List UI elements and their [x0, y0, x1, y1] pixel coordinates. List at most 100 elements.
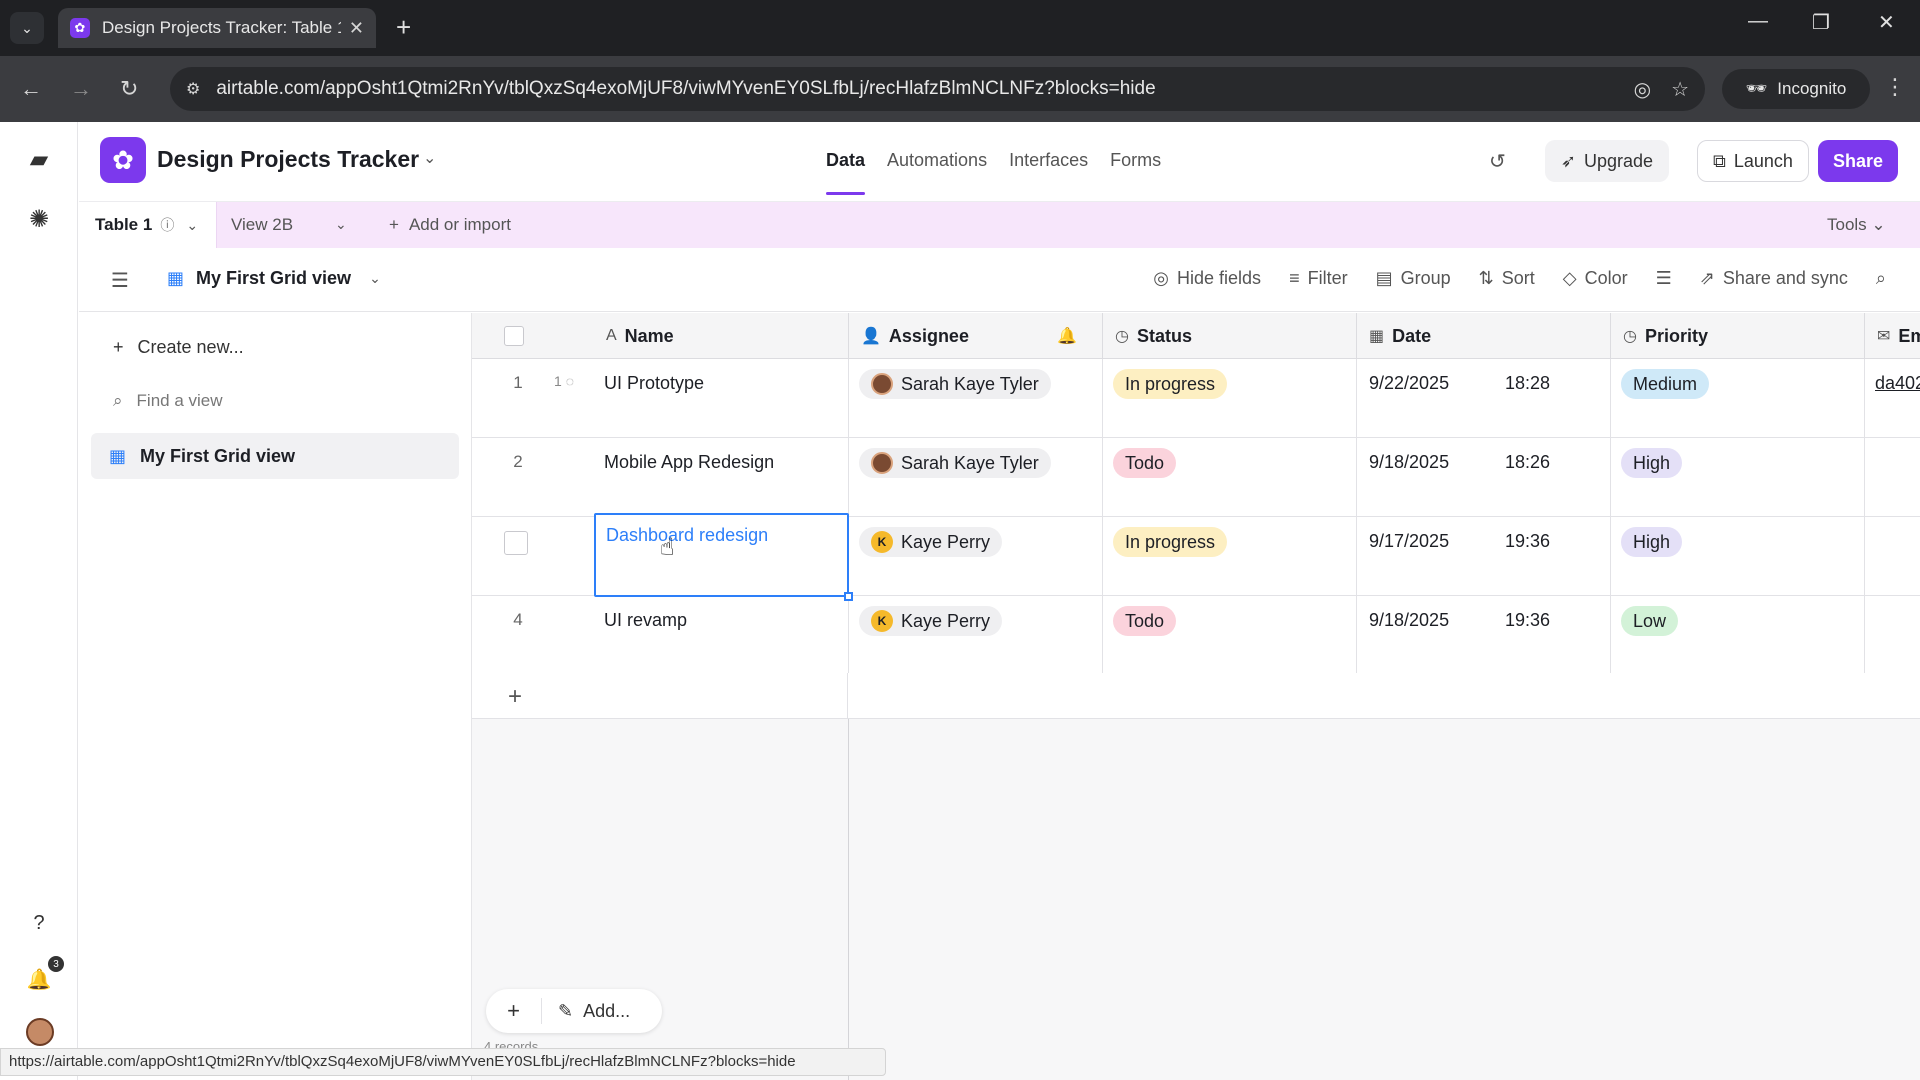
reload-icon[interactable]: ↻: [120, 74, 138, 104]
cell-status[interactable]: In progress: [1103, 359, 1357, 437]
table-row[interactable]: 2 Mobile App Redesign Sarah Kaye Tyler T…: [472, 438, 1920, 517]
nav-interfaces[interactable]: Interfaces: [1009, 150, 1088, 171]
cell-priority[interactable]: Low: [1611, 596, 1865, 674]
column-header-email[interactable]: ✉ Em: [1865, 313, 1920, 359]
add-or-import-button[interactable]: + Add or import: [389, 215, 511, 235]
window-close-icon[interactable]: ✕: [1878, 10, 1895, 35]
group-button[interactable]: ▤ Group: [1376, 268, 1451, 289]
column-header-date[interactable]: ▦ Date: [1357, 313, 1611, 359]
notification-badge: 3: [48, 956, 64, 972]
cell-assignee[interactable]: K Kaye Perry: [849, 517, 1103, 595]
table-row[interactable]: 1 1 ◌ UI Prototype Sarah Kaye Tyler In p…: [472, 359, 1920, 438]
cell-assignee[interactable]: Sarah Kaye Tyler: [849, 438, 1103, 516]
search-button[interactable]: ⌕: [1876, 268, 1886, 289]
tools-menu[interactable]: Tools ⌄: [1827, 215, 1886, 235]
chevron-down-icon[interactable]: ⌄: [335, 216, 347, 233]
sort-button[interactable]: ⇅ Sort: [1479, 268, 1535, 289]
bottom-add-bar: + ✎ Add...: [486, 989, 662, 1033]
filter-button[interactable]: ≡ Filter: [1289, 268, 1348, 289]
chevron-down-icon[interactable]: ⌄: [423, 148, 436, 168]
cell-name[interactable]: Mobile App Redesign: [594, 438, 849, 516]
cell-date[interactable]: 9/17/2025 19:36: [1357, 517, 1611, 595]
column-header-assignee[interactable]: 👤 Assignee 🔔: [849, 313, 1103, 359]
incognito-indicator[interactable]: 🕶 Incognito: [1722, 69, 1870, 109]
tab-search-icon[interactable]: ⌄: [10, 12, 44, 44]
cell-email[interactable]: [1865, 438, 1920, 516]
cell-priority[interactable]: High: [1611, 517, 1865, 595]
base-icon[interactable]: ✿: [100, 137, 146, 183]
hamburger-icon[interactable]: ☰: [111, 268, 129, 293]
browser-tab[interactable]: ✿ Design Projects Tracker: Table 1 ✕: [58, 8, 376, 48]
site-info-icon[interactable]: ⚙: [186, 79, 200, 99]
forward-icon[interactable]: →: [70, 74, 92, 104]
table-row[interactable]: 4 UI revamp K Kaye Perry Todo 9/18/2025 1…: [472, 596, 1920, 675]
new-tab-icon[interactable]: +: [396, 12, 411, 42]
create-new-button[interactable]: + Create new...: [113, 337, 244, 358]
cell-priority[interactable]: Medium: [1611, 359, 1865, 437]
share-button[interactable]: Share: [1818, 140, 1898, 182]
avatar[interactable]: [26, 1018, 54, 1046]
fill-handle[interactable]: [844, 592, 853, 601]
email-link[interactable]: da402: [1875, 369, 1920, 394]
help-icon[interactable]: ?: [22, 906, 56, 940]
cell-name[interactable]: UI Prototype: [594, 359, 849, 437]
nav-data[interactable]: Data: [826, 150, 866, 195]
bookmark-star-icon[interactable]: ☆: [1671, 77, 1689, 102]
nav-forms[interactable]: Forms: [1110, 150, 1161, 171]
tab-view-2b[interactable]: View 2B: [231, 215, 293, 235]
view-switcher[interactable]: ▦ My First Grid view ⌄: [167, 268, 381, 289]
cell-email[interactable]: [1865, 517, 1920, 595]
share-sync-button[interactable]: ⇗ Share and sync: [1700, 268, 1848, 289]
cell-date[interactable]: 9/18/2025 19:36: [1357, 596, 1611, 674]
cell-status[interactable]: Todo: [1103, 438, 1357, 516]
minimize-icon[interactable]: —: [1748, 10, 1768, 33]
column-header-priority[interactable]: ◷ Priority: [1611, 313, 1865, 359]
chevron-down-icon[interactable]: ⌄: [186, 217, 198, 234]
column-header-name[interactable]: A Name: [594, 313, 849, 359]
url-field[interactable]: ⚙ airtable.com/appOsht1Qtmi2RnYv/tblQxzS…: [170, 67, 1705, 111]
row-checkbox[interactable]: [504, 531, 528, 555]
upgrade-button[interactable]: ➶ Upgrade: [1545, 140, 1669, 182]
cell-assignee[interactable]: K Kaye Perry: [849, 596, 1103, 674]
cell-date[interactable]: 9/18/2025 18:26: [1357, 438, 1611, 516]
restore-icon[interactable]: ❐: [1812, 10, 1830, 35]
browser-menu-icon[interactable]: ⋮: [1884, 74, 1906, 100]
tab-table-1[interactable]: Table 1 ⓘ ⌄: [79, 202, 217, 248]
page-title[interactable]: Design Projects Tracker: [157, 146, 419, 173]
select-all-checkbox[interactable]: [504, 326, 524, 346]
selected-cell-name[interactable]: Dashboard redesign: [594, 513, 853, 601]
column-label: Assignee: [888, 325, 969, 346]
sidebar-item-my-first-grid-view[interactable]: ▦ My First Grid view: [91, 433, 459, 479]
cell-date[interactable]: 9/22/2025 18:28: [1357, 359, 1611, 437]
column-header-status[interactable]: ◷ Status: [1103, 313, 1357, 359]
cell-status[interactable]: In progress: [1103, 517, 1357, 595]
find-view-input[interactable]: ⌕ Find a view: [113, 391, 223, 411]
comment-count[interactable]: 1 ◌: [554, 373, 574, 389]
info-icon[interactable]: ⓘ: [160, 215, 174, 235]
tools-label: Tools: [1827, 215, 1867, 234]
cell-assignee[interactable]: Sarah Kaye Tyler: [849, 359, 1103, 437]
color-button[interactable]: ◇ Color: [1563, 268, 1628, 289]
cell-priority[interactable]: High: [1611, 438, 1865, 516]
add-record-button[interactable]: +: [486, 998, 542, 1024]
record-name-link[interactable]: Dashboard redesign: [606, 525, 768, 545]
add-with-ai-button[interactable]: ✎ Add...: [542, 1001, 630, 1022]
cell-name[interactable]: UI revamp: [594, 596, 849, 674]
cell-email[interactable]: da402: [1865, 359, 1920, 437]
hide-fields-button[interactable]: ◎ Hide fields: [1153, 268, 1261, 289]
toolbar-actions: ◎ Hide fields ≡ Filter ▤ Group ⇅ Sort ◇ Color…: [1153, 268, 1886, 289]
row-height-button[interactable]: ☰: [1656, 268, 1672, 289]
add-record-row[interactable]: +: [472, 673, 848, 719]
cell-status[interactable]: Todo: [1103, 596, 1357, 674]
airtable-favicon-icon: ✿: [70, 18, 90, 38]
back-icon[interactable]: ←: [20, 74, 42, 104]
launch-button[interactable]: ⧉ Launch: [1697, 140, 1809, 182]
history-icon[interactable]: ↺: [1489, 149, 1506, 174]
eye-slash-icon[interactable]: ◎: [1634, 77, 1651, 102]
nav-automations[interactable]: Automations: [887, 150, 987, 171]
cell-email[interactable]: [1865, 596, 1920, 674]
close-tab-icon[interactable]: ✕: [349, 18, 364, 39]
bell-icon[interactable]: 🔔: [1057, 326, 1077, 346]
home-icon[interactable]: ▰: [22, 142, 56, 176]
time-value: 18:28: [1505, 373, 1551, 393]
